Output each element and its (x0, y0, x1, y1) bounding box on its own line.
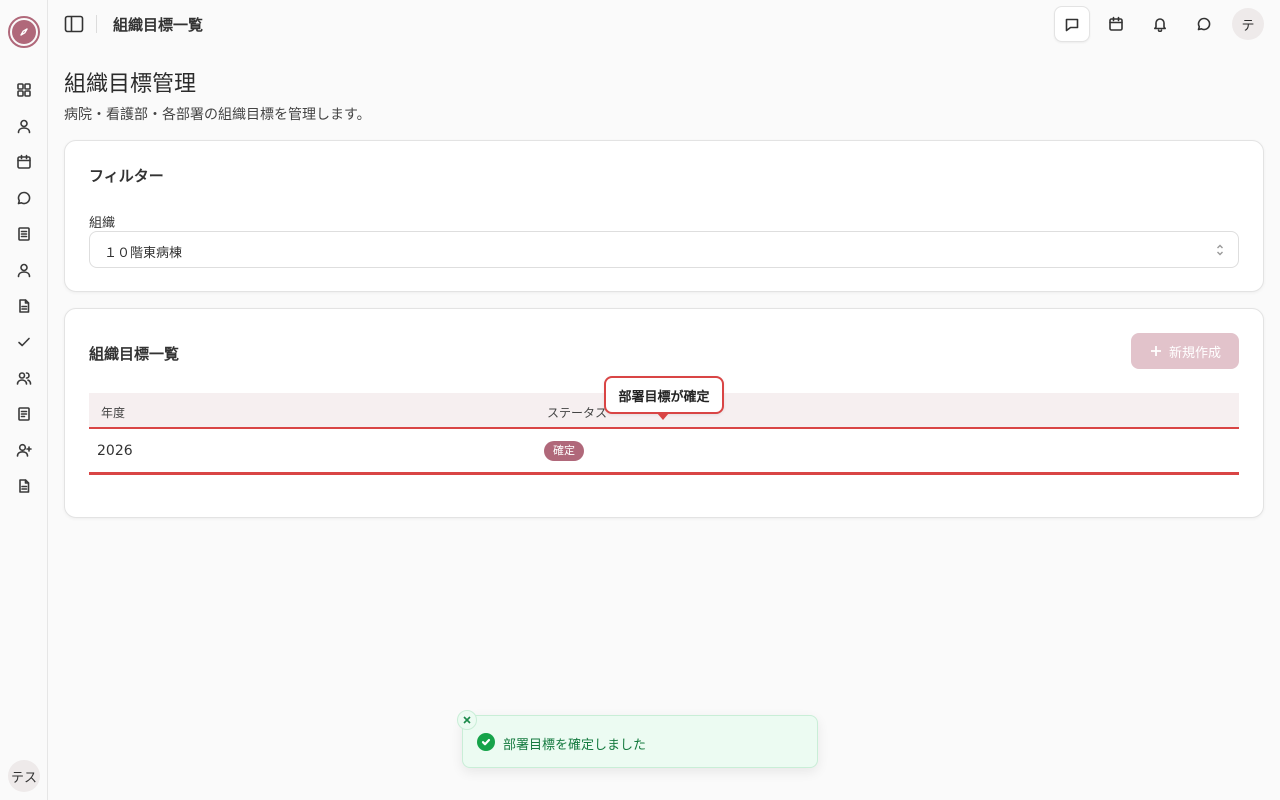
compass-icon (12, 20, 36, 44)
sidebar-item-notes[interactable] (0, 396, 48, 432)
toast-close-button[interactable] (457, 710, 477, 730)
message-square-icon (1065, 18, 1079, 32)
page-title: 組織目標管理 (64, 72, 197, 97)
chat-icon (17, 191, 31, 205)
sidebar-toggle-icon (64, 15, 84, 33)
list-card-title: 組織目標一覧 (89, 345, 180, 363)
toast-message: 部署目標を確定しました (503, 738, 647, 753)
sidebar-item-profile[interactable] (0, 252, 48, 288)
user-avatar[interactable]: テス (8, 760, 40, 792)
callout-arrow (657, 413, 669, 420)
sidebar-item-user[interactable] (0, 108, 48, 144)
sidebar-item-file[interactable] (0, 288, 48, 324)
user-avatar-top[interactable]: テ (1232, 8, 1264, 40)
breadcrumb-title: 組織目標一覧 (113, 16, 204, 34)
topbar-actions: テ (1054, 6, 1264, 42)
chat-button[interactable] (1186, 6, 1222, 42)
calendar-button[interactable] (1098, 6, 1134, 42)
users-icon (16, 372, 32, 385)
sidebar-item-report[interactable] (0, 468, 48, 504)
success-toast: 部署目標を確定しました (457, 710, 818, 768)
sidebar-item-calendar[interactable] (0, 144, 48, 180)
bell-icon (1154, 18, 1166, 32)
user-plus-icon (16, 443, 32, 457)
report-icon (19, 479, 30, 493)
sidebar-toggle-button[interactable] (62, 12, 86, 36)
page-subtitle: 病院・看護部・各部署の組織目標を管理します。 (64, 107, 371, 123)
org-select-value: １０階東病棟 (104, 246, 183, 261)
topbar: 組織目標一覧 テ (48, 0, 1280, 48)
document-icon (18, 227, 30, 241)
plus-icon (1150, 346, 1161, 356)
new-goal-button[interactable]: 新規作成 (1131, 333, 1239, 369)
calendar-icon (17, 154, 31, 169)
chat-icon (1197, 17, 1211, 31)
column-header-year: 年度 (101, 406, 126, 420)
chevron-up-down-icon (1214, 242, 1226, 258)
sidebar-item-users[interactable] (0, 360, 48, 396)
notes-icon (18, 407, 30, 421)
notifications-button[interactable] (1142, 6, 1178, 42)
dashboard-icon (17, 83, 31, 97)
app-logo[interactable] (8, 16, 40, 48)
sidebar-item-chat[interactable] (0, 180, 48, 216)
sidebar-item-dashboard[interactable] (0, 72, 48, 108)
profile-icon (17, 263, 31, 278)
file-icon (19, 299, 30, 313)
sidebar-item-document[interactable] (0, 216, 48, 252)
year-cell: 2026 (97, 443, 133, 459)
sidebar: テス (0, 0, 48, 800)
user-icon (17, 119, 31, 134)
org-label: 組織 (89, 216, 116, 231)
sidebar-nav (0, 72, 48, 504)
check-circle-icon (477, 733, 495, 751)
feedback-button[interactable] (1054, 6, 1090, 42)
close-icon (463, 716, 471, 724)
calendar-icon (1109, 16, 1123, 31)
filter-card-title: フィルター (89, 167, 164, 185)
org-select[interactable]: １０階東病棟 (89, 231, 1239, 268)
new-goal-button-label: 新規作成 (1168, 345, 1221, 361)
table-row[interactable]: 2026 確定 (89, 429, 1239, 475)
highlight-callout: 部署目標が確定 (604, 376, 724, 414)
topbar-divider (96, 15, 97, 33)
filter-card: フィルター 組織 １０階東病棟 (64, 140, 1264, 292)
status-badge: 確定 (544, 441, 584, 461)
column-header-status: ステータス (547, 406, 608, 420)
check-icon (18, 337, 30, 347)
sidebar-item-user-plus[interactable] (0, 432, 48, 468)
sidebar-item-check[interactable] (0, 324, 48, 360)
